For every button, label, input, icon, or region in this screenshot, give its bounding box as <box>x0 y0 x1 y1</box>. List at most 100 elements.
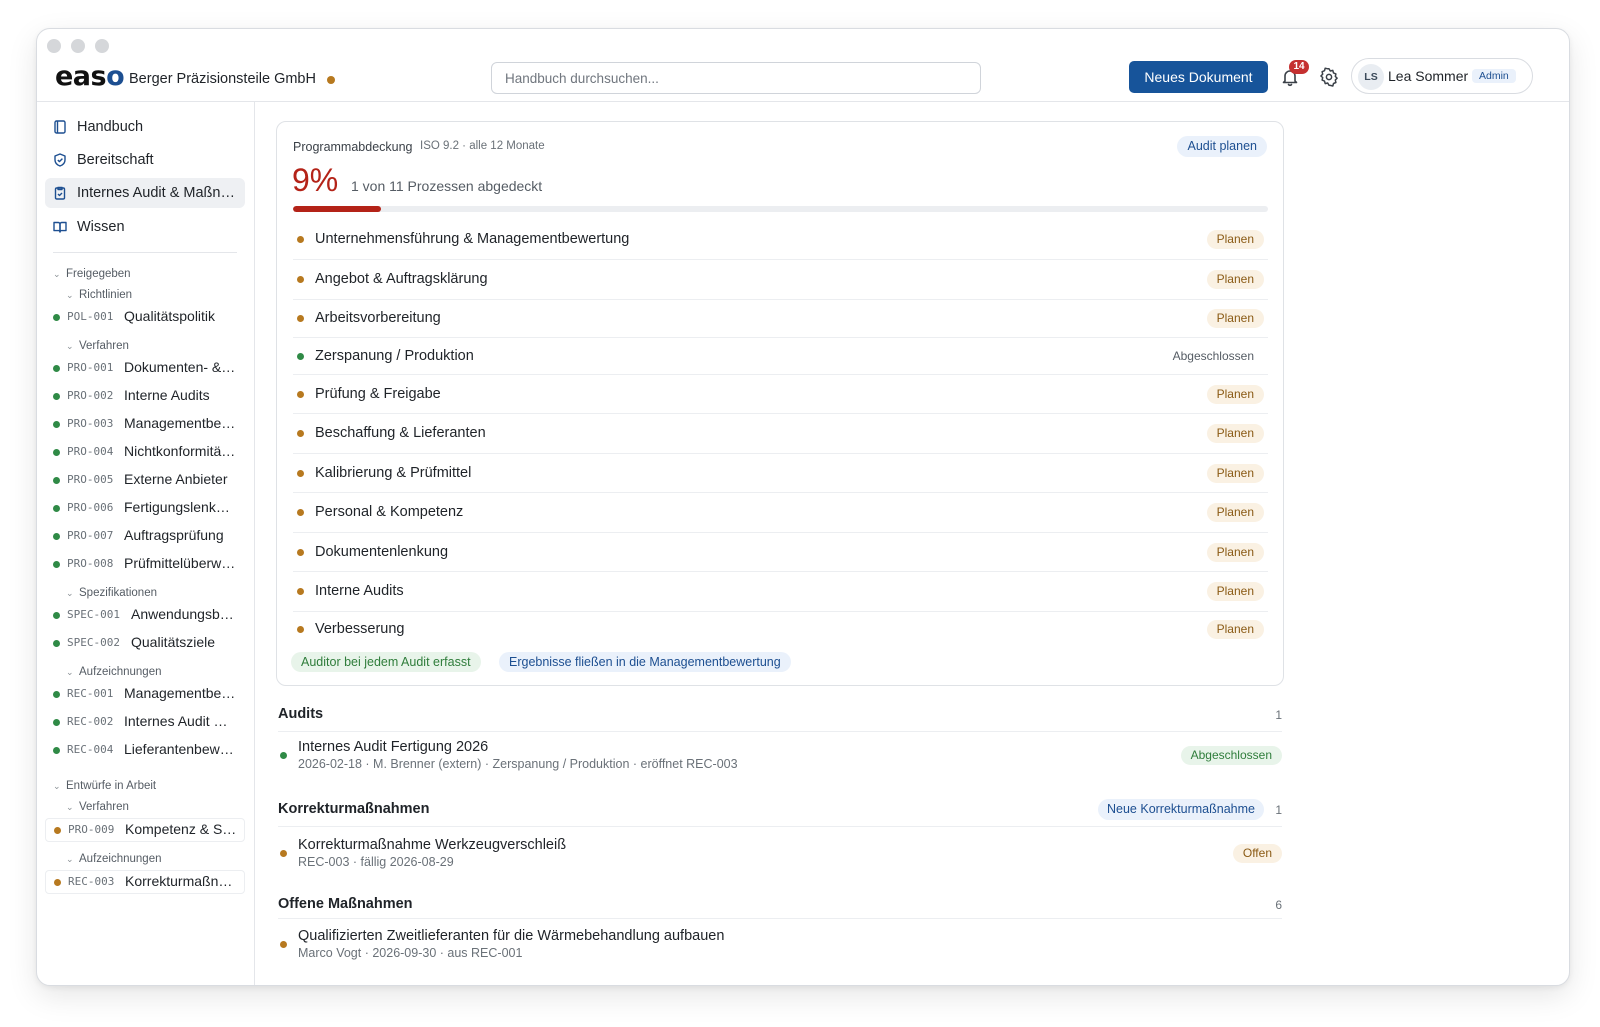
sidebar-doc-pro-008[interactable]: PRO-008 Prüfmittelüberwachung <box>45 553 245 577</box>
plan-status-button[interactable]: Planen <box>1206 230 1264 249</box>
sidebar-doc-pro-009[interactable]: PRO-009 Kompetenz & Schulung <box>45 818 245 842</box>
status-dot <box>297 353 304 360</box>
subgroup-verfahren[interactable]: ⌄ Verfahren <box>66 340 129 352</box>
status-dot <box>297 236 304 243</box>
status-dot <box>297 430 304 437</box>
chevron-down-icon: ⌄ <box>66 341 74 351</box>
process-row[interactable]: Interne Audits Planen <box>293 572 1268 612</box>
status-dot <box>53 314 60 321</box>
sidebar-doc-spec-002[interactable]: SPEC-002 Qualitätsziele <box>45 632 245 656</box>
status-dot <box>53 640 60 647</box>
status-badge: Offen <box>1232 844 1282 863</box>
sidebar-doc-pro-005[interactable]: PRO-005 Externe Anbieter <box>45 469 245 493</box>
plan-status-button[interactable]: Planen <box>1206 464 1264 483</box>
zoom-window-button[interactable] <box>95 39 109 53</box>
sidebar-doc-pro-004[interactable]: PRO-004 Nichtkonformitäten <box>45 441 245 465</box>
section-divider <box>278 826 1282 827</box>
process-name: Verbesserung <box>315 621 405 637</box>
process-name: Kalibrierung & Prüfmittel <box>315 465 472 481</box>
sidebar-item-handbuch[interactable]: Handbuch <box>45 112 245 142</box>
status-dot <box>53 719 60 726</box>
status-dot <box>53 421 60 428</box>
process-row[interactable]: Kalibrierung & Prüfmittel Planen <box>293 454 1268 493</box>
chevron-down-icon: ⌄ <box>66 588 74 598</box>
sidebar-doc-pro-007[interactable]: PRO-007 Auftragsprüfung <box>45 525 245 549</box>
process-row[interactable]: Prüfung & Freigabe Planen <box>293 375 1268 414</box>
sidebar-item-label: Wissen <box>77 219 125 235</box>
coverage-note: 1 von 11 Prozessen abgedeckt <box>351 178 543 194</box>
status-dot <box>280 941 287 948</box>
status-dot <box>54 879 61 886</box>
sidebar-doc-spec-001[interactable]: SPEC-001 Anwendungsbereich <box>45 604 245 628</box>
chevron-down-icon: ⌄ <box>53 269 61 279</box>
status-dot <box>53 747 60 754</box>
process-row[interactable]: Dokumentenlenkung Planen <box>293 533 1268 572</box>
sidebar-doc-rec-004[interactable]: REC-004 Lieferantenbewertung <box>45 739 245 763</box>
process-row[interactable]: Arbeitsvorbereitung Planen <box>293 300 1268 338</box>
sidebar-doc-pol-001[interactable]: POL-001 Qualitätspolitik <box>45 306 245 330</box>
app-logo[interactable]: easo <box>55 61 125 92</box>
sidebar-doc-pro-002[interactable]: PRO-002 Interne Audits <box>45 385 245 409</box>
plan-status-button[interactable]: Planen <box>1206 543 1264 562</box>
sidebar-doc-pro-003[interactable]: PRO-003 Managementbewertung <box>45 413 245 437</box>
plan-status-button[interactable]: Planen <box>1206 620 1264 639</box>
plan-status-button[interactable]: Planen <box>1206 582 1264 601</box>
group-entwuerfe[interactable]: ⌄ Entwürfe in Arbeit <box>53 780 156 792</box>
chevron-down-icon: ⌄ <box>53 781 61 791</box>
subgroup-spezifikationen[interactable]: ⌄ Spezifikationen <box>66 587 157 599</box>
group-freigegeben[interactable]: ⌄ Freigegeben <box>53 268 131 280</box>
plan-status-button[interactable]: Planen <box>1206 309 1264 328</box>
process-name: Dokumentenlenkung <box>315 544 449 560</box>
coverage-percent: 9% <box>292 162 339 198</box>
sidebar-doc-rec-003[interactable]: REC-003 Korrekturmaßnahme <box>45 870 245 894</box>
plan-status-button[interactable]: Planen <box>1206 385 1264 404</box>
process-name: Unternehmensführung & Managementbewertun… <box>315 231 630 247</box>
plan-status-button[interactable]: Planen <box>1206 503 1264 522</box>
process-row[interactable]: Personal & Kompetenz Planen <box>293 493 1268 533</box>
process-row[interactable]: Verbesserung Planen <box>293 612 1268 648</box>
new-document-button[interactable]: Neues Dokument <box>1129 61 1268 93</box>
section-count: 6 <box>1275 898 1282 912</box>
sidebar-item-label: Handbuch <box>77 119 144 135</box>
process-row[interactable]: Beschaffung & Lieferanten Planen <box>293 414 1268 454</box>
plan-status-button[interactable]: Planen <box>1206 424 1264 443</box>
chevron-down-icon: ⌄ <box>66 802 74 812</box>
coverage-progress-bar <box>293 206 1268 212</box>
sidebar-item-internes-audit[interactable]: Internes Audit & Maßnahmen <box>45 178 245 208</box>
process-name: Beschaffung & Lieferanten <box>315 425 486 441</box>
sidebar-doc-rec-002[interactable]: REC-002 Internes Audit Fertigung <box>45 711 245 735</box>
plan-status-button[interactable]: Planen <box>1206 270 1264 289</box>
open-book-icon <box>53 221 67 233</box>
status-dot <box>297 626 304 633</box>
sidebar-item-wissen[interactable]: Wissen <box>45 212 245 242</box>
process-name: Personal & Kompetenz <box>315 504 464 520</box>
search-input[interactable] <box>491 62 981 94</box>
coverage-subtitle: ISO 9.2 · alle 12 Monate <box>420 140 545 152</box>
sidebar-item-bereitschaft[interactable]: Bereitschaft <box>45 145 245 175</box>
clipboard-check-icon <box>54 186 66 200</box>
process-row[interactable]: Zerspanung / Produktion Abgeschlossen <box>293 338 1268 375</box>
plan-audit-button[interactable]: Audit planen <box>1177 136 1267 157</box>
audits-section: Audits 1 Internes Audit Fertigung 2026 2… <box>278 706 1282 771</box>
sidebar-doc-rec-001[interactable]: REC-001 Managementbewertung <box>45 683 245 707</box>
section-title: Offene Maßnahmen <box>278 896 413 912</box>
close-window-button[interactable] <box>47 39 61 53</box>
status-dot <box>297 588 304 595</box>
subgroup-aufzeichnungen[interactable]: ⌄ Aufzeichnungen <box>66 666 161 678</box>
process-row[interactable]: Angebot & Auftragsklärung Planen <box>293 260 1268 300</box>
subgroup-aufzeichnungen-drafts[interactable]: ⌄ Aufzeichnungen <box>66 853 161 865</box>
sidebar-doc-pro-006[interactable]: PRO-006 Fertigungslenkung <box>45 497 245 521</box>
gear-icon[interactable] <box>1319 67 1339 87</box>
status-dot <box>53 561 60 568</box>
user-name: Lea Sommer <box>1388 68 1469 84</box>
tag-results: Ergebnisse fließen in die Managementbewe… <box>499 652 791 672</box>
subgroup-richtlinien[interactable]: ⌄ Richtlinien <box>66 289 132 301</box>
new-corrective-action-button[interactable]: Neue Korrekturmaßnahme <box>1098 799 1264 820</box>
process-row[interactable]: Unternehmensführung & Managementbewertun… <box>293 220 1268 260</box>
sidebar-doc-pro-001[interactable]: PRO-001 Dokumenten- & Aufzeichnungslenku… <box>45 357 245 381</box>
user-menu[interactable]: LS Lea Sommer Admin <box>1351 58 1533 94</box>
sidebar-divider <box>53 252 237 253</box>
subgroup-verfahren-drafts[interactable]: ⌄ Verfahren <box>66 801 129 813</box>
status-dot <box>53 477 60 484</box>
minimize-window-button[interactable] <box>71 39 85 53</box>
